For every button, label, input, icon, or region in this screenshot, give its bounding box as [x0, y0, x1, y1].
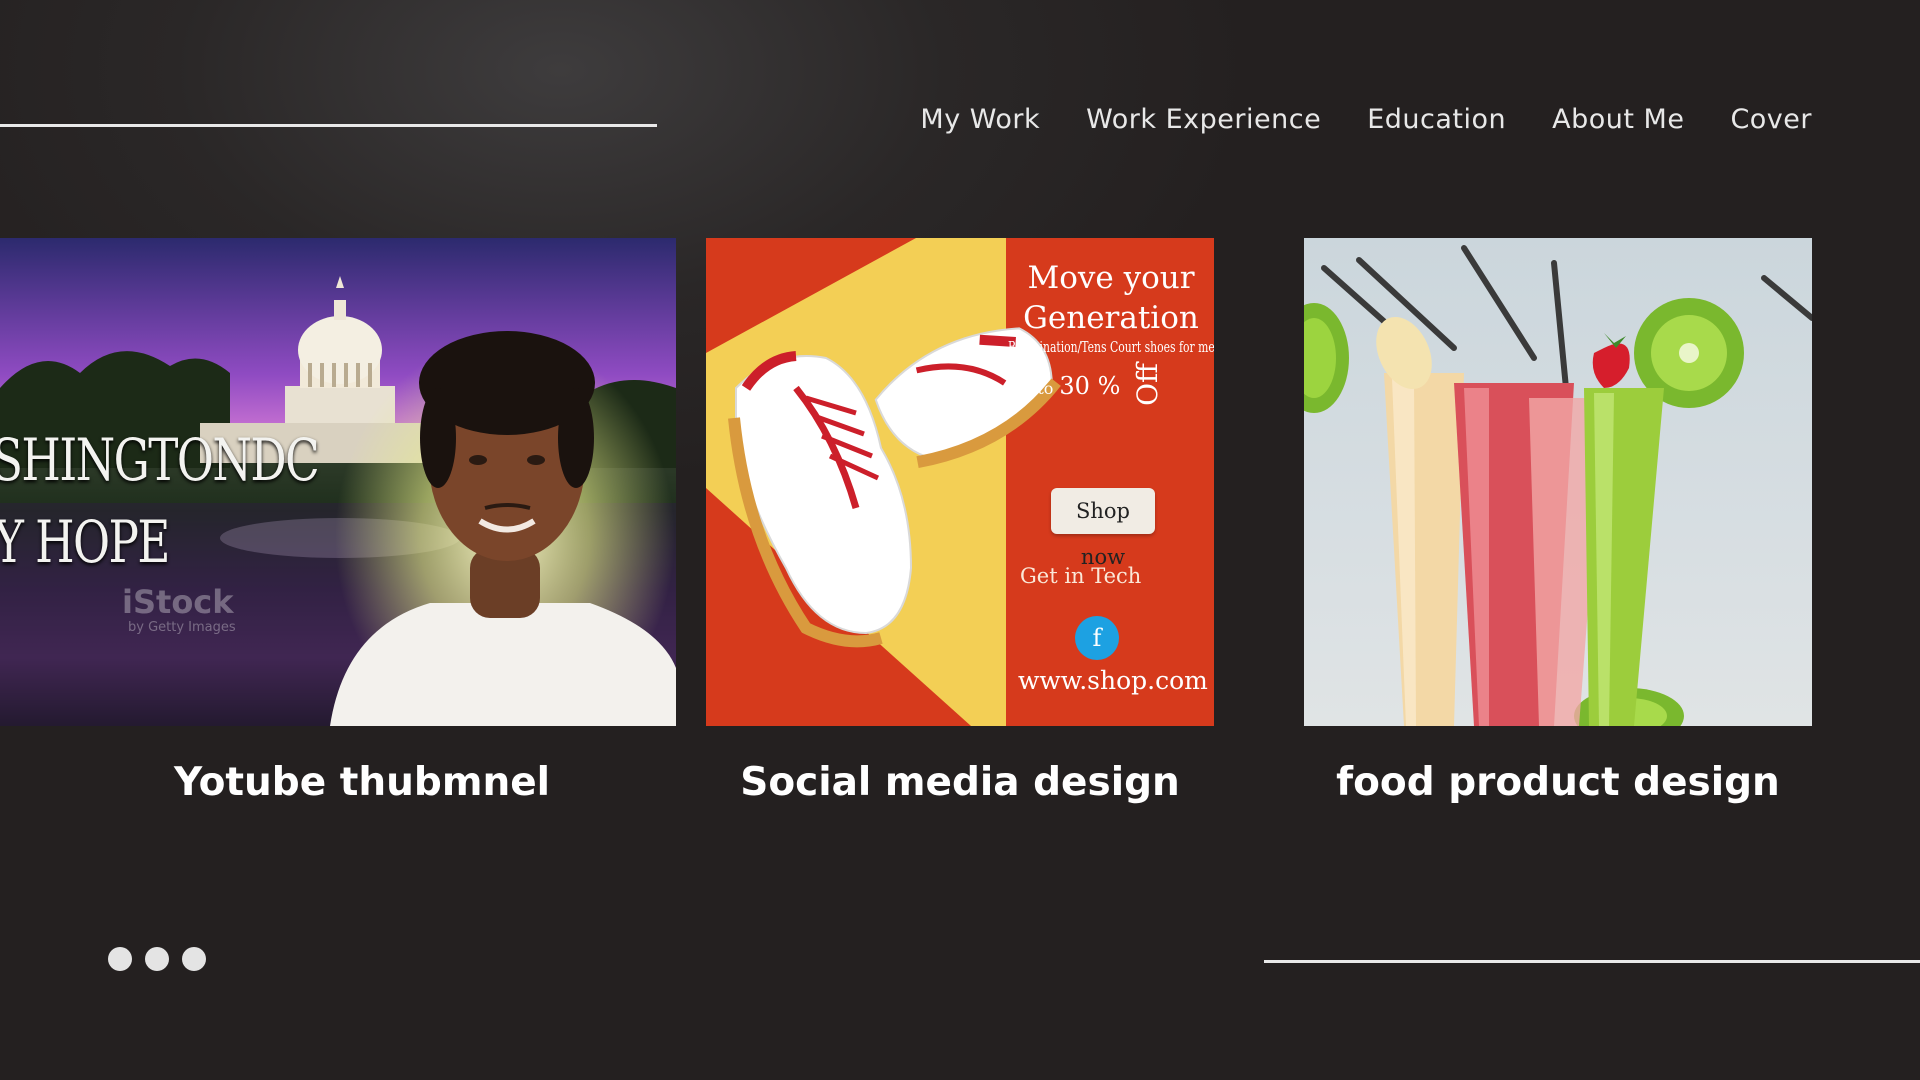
youtube-thumbnail-image: SHINGTONDC Y HOPE iStock by Getty Images	[0, 238, 676, 726]
food-product-design-image	[1304, 238, 1812, 726]
nav-cover[interactable]: Cover	[1730, 104, 1812, 135]
nav-my-work[interactable]: My Work	[920, 104, 1040, 135]
dot-1	[108, 947, 132, 971]
ad-headline-1: Move your	[1027, 260, 1195, 296]
bottom-divider	[1264, 960, 1920, 963]
dot-2	[145, 947, 169, 971]
ad-offer-suffix: Off	[1131, 363, 1165, 406]
ad-tagline: Get in Tech	[1020, 564, 1142, 588]
more-dots-indicator[interactable]	[108, 947, 206, 971]
card-title-social-media-design: Social media design	[740, 760, 1180, 805]
ad-offer: UP to 30 % Off	[1008, 363, 1169, 406]
nav-work-experience[interactable]: Work Experience	[1086, 104, 1321, 135]
nav-about-me[interactable]: About Me	[1552, 104, 1684, 135]
top-divider	[0, 124, 657, 127]
ad-offer-prefix: UP to	[1008, 379, 1054, 398]
ad-headline-2: Generation	[1023, 300, 1199, 336]
ad-offer-value: 30 %	[1059, 372, 1121, 400]
dot-3	[182, 947, 206, 971]
ad-subline: Badmination/Tens Court shoes for men	[1008, 338, 1214, 356]
facebook-icon[interactable]: f	[1075, 616, 1119, 660]
thumbnail-headline-2: Y HOPE	[0, 508, 170, 576]
watermark-subtext: by Getty Images	[128, 620, 236, 635]
thumbnail-headline-1: SHINGTONDC	[0, 426, 320, 494]
watermark-text: iStock	[122, 583, 234, 621]
card-title-youtube-thumbnail: Yotube thubmnel	[173, 760, 551, 805]
smoothie-glasses	[1384, 373, 1664, 726]
social-media-design-image: Move your Generation Badmination/Tens Co…	[706, 238, 1214, 726]
nav-education[interactable]: Education	[1367, 104, 1506, 135]
ad-url: www.shop.com	[1018, 666, 1208, 695]
card-title-food-product-design: food product design	[1336, 760, 1780, 805]
main-nav: My Work Work Experience Education About …	[920, 104, 1812, 135]
shop-now-button[interactable]: Shop now	[1051, 488, 1155, 569]
